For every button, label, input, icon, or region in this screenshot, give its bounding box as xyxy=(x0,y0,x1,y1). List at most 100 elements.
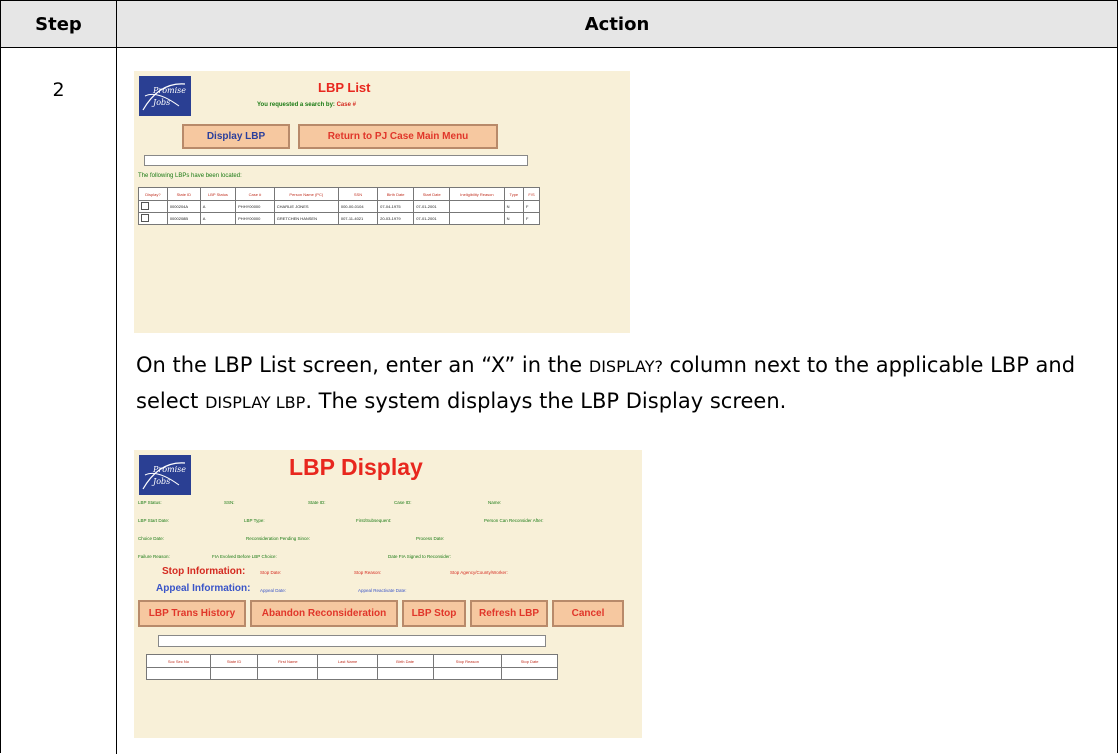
stop-information-label: Stop Information: xyxy=(162,566,246,577)
col-start-date: Start Date xyxy=(413,187,451,201)
results-header-row: Display? State ID LBP Status Case # Pers… xyxy=(138,187,540,201)
field-stop-reason: Stop Reason: xyxy=(354,570,382,575)
col-state-id: State ID xyxy=(166,187,201,201)
table-row xyxy=(146,667,558,680)
field-appeal-date: Appeal Date: xyxy=(260,588,287,593)
field-ssn: SSN: xyxy=(224,500,235,505)
display-checkbox-cell[interactable] xyxy=(138,200,168,213)
table-cell: 07-04-1975 xyxy=(377,200,415,213)
history-header-row: Soc Sec No State ID First Name Last Name… xyxy=(146,654,558,668)
message-bar xyxy=(158,635,546,647)
table-cell: F xyxy=(523,200,540,213)
table-cell xyxy=(317,667,378,680)
table-cell: A xyxy=(199,212,237,225)
requested-prefix: You requested a search by: xyxy=(257,102,335,108)
field-stop-date: Stop Date: xyxy=(260,570,282,575)
field-state-id: State ID: xyxy=(308,500,326,505)
requested-line: You requested a search by: Case # xyxy=(257,102,356,108)
header-action: Action xyxy=(584,13,650,35)
procedure-table: Step Action 2 Promise Jobs LBP List You … xyxy=(0,0,1118,754)
promise-jobs-logo: Promise Jobs xyxy=(139,76,191,116)
col-birth-date: Birth Date xyxy=(376,654,434,668)
table-cell: PHHY00000 xyxy=(235,200,275,213)
field-stop-agency: Stop Agency/County/Worker: xyxy=(450,570,508,575)
appeal-information-label: Appeal Information: xyxy=(156,583,251,594)
field-lbp-type: LBP Type: xyxy=(244,518,265,523)
stop-history-table: Soc Sec No State ID First Name Last Name… xyxy=(146,654,558,680)
lbp-trans-history-button[interactable]: LBP Trans History xyxy=(138,600,246,627)
field-failure-reason: Failure Reason: xyxy=(138,554,170,559)
col-stop-reason: Stop Reason xyxy=(432,654,503,668)
display-lbp-button[interactable]: Display LBP xyxy=(182,124,290,149)
column-divider xyxy=(116,1,117,754)
table-cell: 000-00-0104 xyxy=(337,200,379,213)
table-cell xyxy=(146,667,211,680)
abandon-reconsideration-button[interactable]: Abandon Reconsideration xyxy=(250,600,398,627)
field-case-id: Case ID: xyxy=(394,500,412,505)
table-row: 0000208B A PHHY00000 GRETCHEN HANSEN 007… xyxy=(138,212,540,225)
display-lbp-name: DISPLAY LBP xyxy=(205,393,306,412)
field-person-can-reconsider: Person Can Reconsider After: xyxy=(484,518,544,523)
lbp-stop-button[interactable]: LBP Stop xyxy=(402,600,466,627)
table-cell xyxy=(449,212,505,225)
table-cell xyxy=(449,200,505,213)
lbp-display-title: LBP Display xyxy=(289,454,423,480)
display-checkbox[interactable] xyxy=(141,202,149,210)
table-cell xyxy=(209,667,259,680)
display-checkbox-cell[interactable] xyxy=(138,212,168,225)
table-cell: N xyxy=(503,200,525,213)
instruction-part1: On the LBP List screen, enter an “X” in … xyxy=(136,353,589,377)
table-cell xyxy=(257,667,319,680)
table-cell: F xyxy=(523,212,540,225)
lbp-results-table: Display? State ID LBP Status Case # Pers… xyxy=(138,187,540,225)
requested-value: Case # xyxy=(336,102,356,108)
col-person-name: Person Name (PC) xyxy=(273,187,339,201)
table-cell: 007-11-4021 xyxy=(337,212,379,225)
col-last-name: Last Name xyxy=(317,654,378,668)
display-column-name: DISPLAY? xyxy=(588,357,663,376)
located-text: The following LBPs have been located: xyxy=(138,173,242,179)
table-cell: 20-03-1979 xyxy=(377,212,415,225)
instruction-text: On the LBP List screen, enter an “X” in … xyxy=(136,348,1096,420)
display-checkbox[interactable] xyxy=(141,214,149,222)
col-display: Display? xyxy=(138,187,168,201)
table-cell: PHHY00000 xyxy=(235,212,275,225)
field-name: Name: xyxy=(488,500,502,505)
col-lbp-status: LBP Status xyxy=(199,187,237,201)
instruction-part3: . The system displays the LBP Display sc… xyxy=(305,389,787,413)
refresh-lbp-button[interactable]: Refresh LBP xyxy=(470,600,548,627)
table-row: 0000204A A PHHY00000 CHARLIE JONES 000-0… xyxy=(138,200,540,213)
table-cell: 0000204A xyxy=(166,200,201,213)
col-first-name: First Name xyxy=(257,654,319,668)
col-birth-date: Birth Date xyxy=(377,187,415,201)
promise-jobs-logo: Promise Jobs xyxy=(139,455,191,495)
field-process-date: Process Date: xyxy=(416,536,445,541)
table-cell: A xyxy=(199,200,237,213)
field-appeal-reactivate-date: Appeal Reactivate Date: xyxy=(358,588,407,593)
col-stop-date: Stop Date xyxy=(501,654,558,668)
field-first-subsequent: First/Subsequent: xyxy=(356,518,392,523)
table-cell: CHARLIE JONES xyxy=(273,200,339,213)
lbp-list-screenshot: Promise Jobs LBP List You requested a se… xyxy=(134,71,630,333)
return-main-menu-button[interactable]: Return to PJ Case Main Menu xyxy=(298,124,498,149)
col-type: Type xyxy=(503,187,525,201)
col-soc-sec-no: Soc Sec No xyxy=(146,654,211,668)
field-lbp-status: LBP Status: xyxy=(138,500,162,505)
col-ssn: SSN xyxy=(337,187,379,201)
table-cell: 0000208B xyxy=(166,212,201,225)
header-step: Step xyxy=(35,13,82,35)
logo-text: Promise Jobs xyxy=(153,465,187,486)
field-choice-date: Choice Date: xyxy=(138,536,165,541)
table-header-row: Step Action xyxy=(1,1,1117,48)
table-cell xyxy=(376,667,434,680)
logo-text: Promise Jobs xyxy=(153,86,187,107)
table-cell xyxy=(501,667,558,680)
col-fs: F/S xyxy=(523,187,540,201)
field-reconsideration-pending: Reconsideration Pending Since: xyxy=(246,536,311,541)
table-cell: 07-01-2001 xyxy=(413,200,451,213)
col-state-id: State ID xyxy=(209,654,259,668)
field-fia-evolved: FIA Evolved Before LBP Choice: xyxy=(212,554,277,559)
cancel-button[interactable]: Cancel xyxy=(552,600,624,627)
col-ineligibility: Ineligibility Reason xyxy=(449,187,505,201)
table-cell xyxy=(432,667,503,680)
